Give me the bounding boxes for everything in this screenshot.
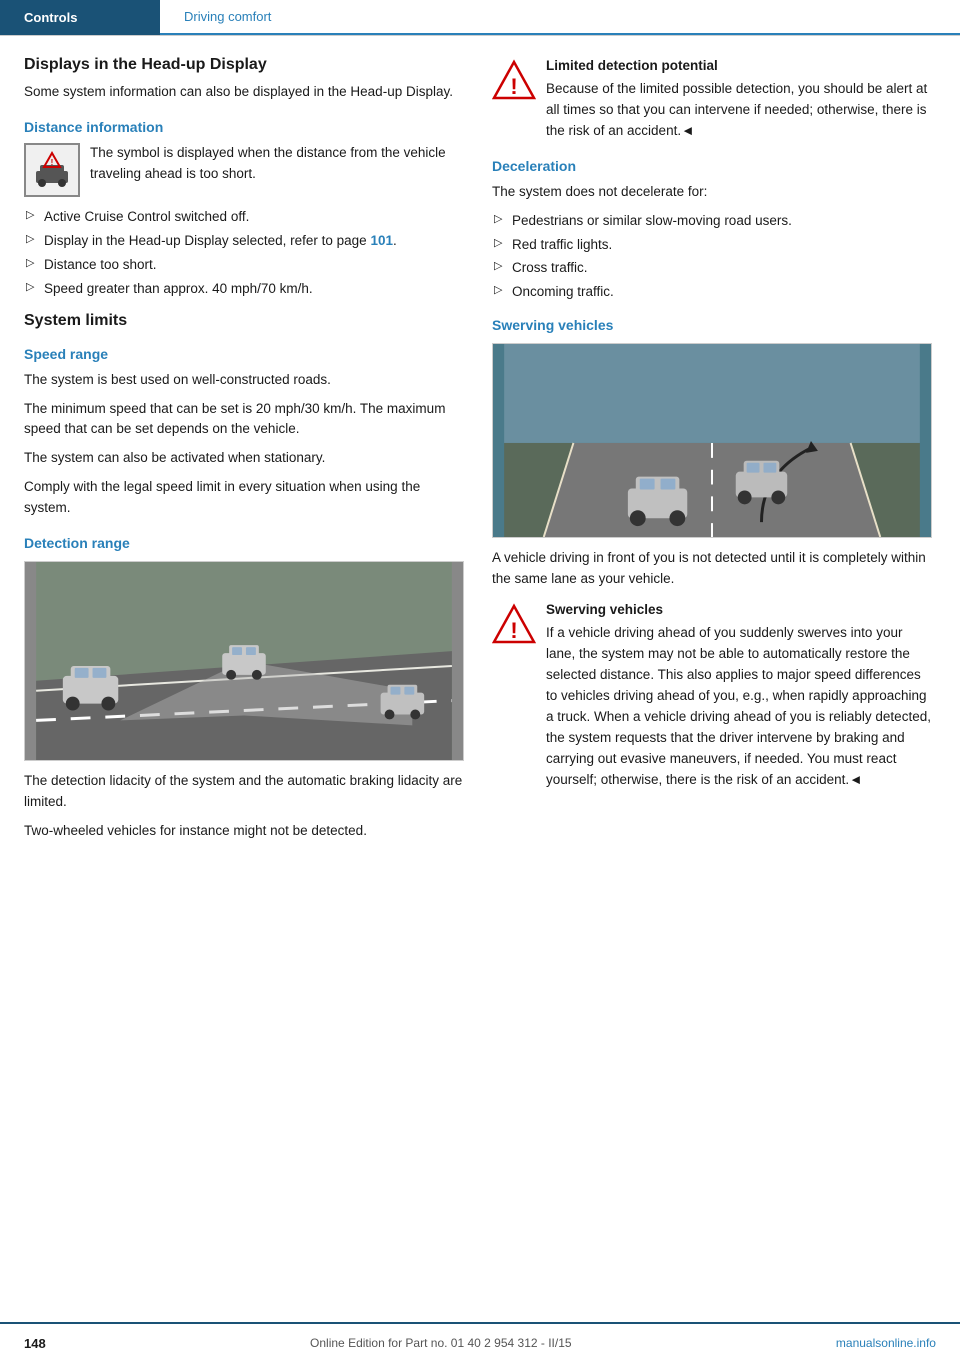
page-number: 148 — [24, 1336, 46, 1351]
detection-range-heading: Detection range — [24, 535, 464, 551]
page-footer: 148 Online Edition for Part no. 01 40 2 … — [0, 1322, 960, 1362]
decel-bullet-list: Pedestrians or similar slow-moving road … — [492, 211, 932, 304]
system-limits-heading: System limits — [24, 312, 464, 330]
footer-site: manualsonline.info — [836, 1336, 936, 1350]
distance-icon-svg: ! — [30, 149, 74, 191]
bullet-item: Display in the Head-up Display selected,… — [24, 231, 464, 252]
detection-range-svg — [25, 562, 463, 760]
svg-text:!: ! — [51, 158, 54, 167]
page-link[interactable]: 101 — [370, 233, 393, 248]
decel-intro: The system does not decelerate for: — [492, 182, 932, 203]
right-column: ! Limited detection potential Because of… — [492, 56, 932, 850]
swerving-warning-text-block: Swerving vehicles If a vehicle driving a… — [546, 600, 932, 790]
speed-range-p4: Comply with the legal speed limit in eve… — [24, 477, 464, 519]
main-content: Displays in the Head-up Display Some sys… — [0, 36, 960, 890]
footer-edition: Online Edition for Part no. 01 40 2 954 … — [310, 1336, 572, 1350]
svg-text:!: ! — [510, 74, 517, 99]
swerving-warning-body: If a vehicle driving ahead of you sudden… — [546, 625, 931, 786]
warning-triangle-icon: ! — [492, 58, 536, 102]
distance-info-text: The symbol is displayed when the distanc… — [90, 143, 464, 185]
bullet-item: Oncoming traffic. — [492, 282, 932, 303]
speed-range-heading: Speed range — [24, 346, 464, 362]
warning-box-swerving: ! Swerving vehicles If a vehicle driving… — [492, 600, 932, 790]
bullet-item: Distance too short. — [24, 255, 464, 276]
distance-symbol-icon: ! — [24, 143, 80, 197]
swerving-caption: A vehicle driving in front of you is not… — [492, 548, 932, 590]
deceleration-heading: Deceleration — [492, 158, 932, 174]
bullet-item: Red traffic lights. — [492, 235, 932, 256]
main-title: Displays in the Head-up Display — [24, 56, 464, 74]
detection-range-image — [24, 561, 464, 761]
bullet-item: Active Cruise Control switched off. — [24, 207, 464, 228]
tab-driving-label: Driving comfort — [184, 9, 271, 24]
intro-text: Some system information can also be disp… — [24, 82, 464, 103]
swerving-vehicles-image — [492, 343, 932, 538]
bullet-item: Cross traffic. — [492, 258, 932, 279]
warning-triangle-icon-2: ! — [492, 602, 536, 646]
page-header: Controls Driving comfort — [0, 0, 960, 36]
distance-bullet-list: Active Cruise Control switched off. Disp… — [24, 207, 464, 300]
swerving-svg — [493, 344, 931, 537]
warning-text-block: Limited detection potential Because of t… — [546, 56, 932, 142]
warning-title: Limited detection potential — [546, 56, 932, 77]
svg-text:!: ! — [510, 618, 517, 643]
speed-range-p1: The system is best used on well-construc… — [24, 370, 464, 391]
swerving-heading: Swerving vehicles — [492, 317, 932, 333]
detection-caption-1: The detection lidacity of the system and… — [24, 771, 464, 813]
distance-info-heading: Distance information — [24, 119, 464, 135]
detection-caption-2: Two-wheeled vehicles for instance might … — [24, 821, 464, 842]
distance-info-box: ! The symbol is displayed when the dista… — [24, 143, 464, 197]
warning-body: Because of the limited possible detectio… — [546, 81, 927, 138]
bullet-item: Pedestrians or similar slow-moving road … — [492, 211, 932, 232]
speed-range-p2: The minimum speed that can be set is 20 … — [24, 399, 464, 441]
tab-controls[interactable]: Controls — [0, 0, 160, 35]
tab-controls-label: Controls — [24, 10, 77, 25]
tab-driving-comfort[interactable]: Driving comfort — [160, 0, 960, 35]
warning-box-detection: ! Limited detection potential Because of… — [492, 56, 932, 142]
left-column: Displays in the Head-up Display Some sys… — [24, 56, 464, 850]
bullet-item: Speed greater than approx. 40 mph/70 km/… — [24, 279, 464, 300]
swerving-warning-title: Swerving vehicles — [546, 600, 932, 621]
speed-range-p3: The system can also be activated when st… — [24, 448, 464, 469]
